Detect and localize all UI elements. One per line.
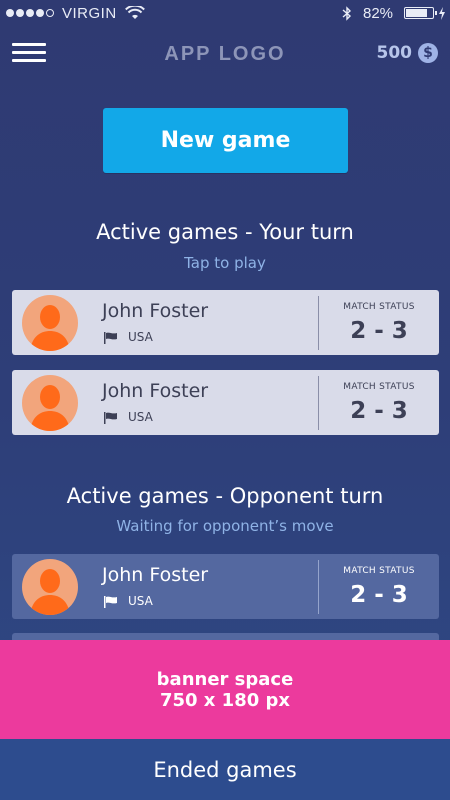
banner-text-line1: banner space — [156, 668, 294, 690]
ended-games-button[interactable]: Ended games — [0, 739, 450, 800]
your-turn-title: Active games - Your turn — [96, 220, 354, 244]
player-name: John Foster — [102, 380, 209, 402]
coin-count: 500 — [376, 43, 413, 63]
person-icon — [30, 305, 70, 351]
charging-icon — [439, 7, 445, 20]
match-status-label: MATCH STATUS — [343, 302, 415, 312]
signal-strength-icon — [6, 9, 54, 17]
carrier-name: VIRGIN — [62, 5, 117, 22]
banner-text-line2: 750 x 180 px — [159, 689, 291, 711]
opponent-turn-title: Active games - Opponent turn — [66, 484, 384, 508]
battery-percent: 82% — [363, 5, 394, 22]
dollar-coin-icon: $ — [418, 43, 438, 63]
opponent-turn-subtitle: Waiting for opponent’s move — [116, 517, 334, 535]
person-icon — [30, 385, 70, 431]
player-country: USA — [128, 330, 153, 344]
player-name: John Foster — [102, 564, 209, 586]
wifi-icon — [125, 6, 145, 19]
avatar — [22, 559, 78, 615]
coin-balance[interactable]: 500 $ — [376, 43, 438, 63]
avatar — [22, 295, 78, 351]
bluetooth-icon — [342, 6, 352, 21]
player-name: John Foster — [102, 300, 209, 322]
match-score: 2 - 3 — [350, 398, 408, 424]
status-bar: VIRGIN 82% — [0, 0, 450, 28]
your-turn-subtitle: Tap to play — [184, 254, 266, 272]
ad-banner[interactable]: banner space 750 x 180 px — [0, 640, 450, 739]
battery-icon — [404, 7, 437, 19]
game-card[interactable]: John Foster USA MATCH STATUS 2 - 3 — [12, 290, 439, 355]
avatar — [22, 375, 78, 431]
flag-icon — [104, 596, 117, 608]
person-icon — [30, 569, 70, 615]
game-card[interactable]: John Foster USA MATCH STATUS 2 - 3 — [12, 370, 439, 435]
match-status-label: MATCH STATUS — [343, 382, 415, 392]
match-score: 2 - 3 — [350, 318, 408, 344]
new-game-button[interactable]: New game — [103, 108, 348, 173]
player-country: USA — [128, 410, 153, 424]
game-card[interactable]: John Foster USA MATCH STATUS 2 - 3 — [12, 554, 439, 619]
match-status-label: MATCH STATUS — [343, 566, 415, 576]
player-country: USA — [128, 594, 153, 608]
flag-icon — [104, 412, 117, 424]
flag-icon — [104, 332, 117, 344]
match-score: 2 - 3 — [350, 582, 408, 608]
